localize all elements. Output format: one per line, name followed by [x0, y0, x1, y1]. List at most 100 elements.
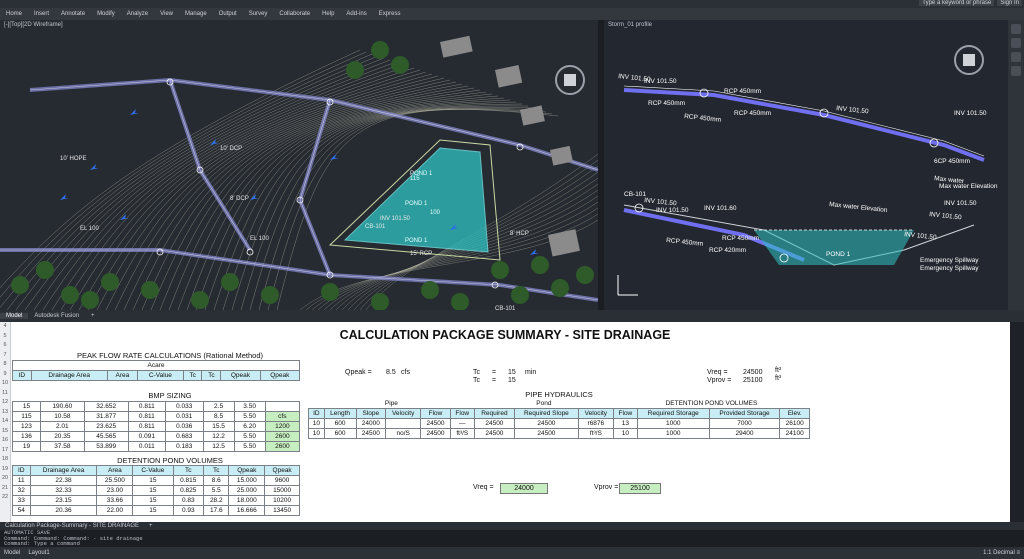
table-cell[interactable]: 12.2: [202, 431, 235, 442]
table-cell[interactable]: 0.825: [172, 485, 205, 496]
menu-item[interactable]: Annotate: [61, 11, 85, 17]
detention-table[interactable]: ID Drainage Area Area C-Value Tc Tc Qpeak Qpeak…: [12, 465, 300, 516]
table-cell[interactable]: 0.815: [172, 475, 205, 486]
table-cell[interactable]: 32.652: [83, 401, 129, 412]
table-cell[interactable]: ft³/S: [577, 428, 614, 439]
pan-icon[interactable]: [1011, 24, 1021, 34]
menu-item[interactable]: Analyze: [127, 11, 148, 17]
qpeak-value[interactable]: 8.5: [386, 369, 396, 376]
table-cell[interactable]: 25.500: [96, 475, 134, 486]
table-cell[interactable]: 13: [612, 418, 638, 429]
table-cell[interactable]: 0.033: [165, 401, 204, 412]
pipe-hydraulics-table[interactable]: PIPE HYDRAULICS Pipe Pond DETENTION POND…: [308, 390, 810, 439]
table-cell[interactable]: 24500: [473, 428, 515, 439]
table-cell[interactable]: 24000: [355, 418, 387, 429]
table-cell[interactable]: 54: [12, 505, 31, 516]
table-cell[interactable]: 1000: [636, 428, 710, 439]
table-cell[interactable]: 33: [12, 495, 31, 506]
table-cell[interactable]: 33.66: [96, 495, 134, 506]
table-cell[interactable]: 24100: [779, 428, 810, 439]
peak-flow-table[interactable]: Acare ID Drainage Area Area C-Value Tc Tc Qpea…: [12, 360, 301, 381]
tc2-value[interactable]: 15: [508, 377, 516, 384]
table-cell[interactable]: 5.50: [233, 441, 266, 452]
table-cell[interactable]: 136: [12, 431, 41, 442]
add-tab-button[interactable]: +: [85, 313, 101, 319]
status-model-tab[interactable]: Model: [0, 550, 24, 556]
table-cell[interactable]: 115: [12, 411, 41, 422]
command-line[interactable]: AUTOMATIC SAVE Command: Command: Command…: [0, 530, 1024, 547]
profile-drawing[interactable]: INV 101.50 INV 101.50 RCP 450mm RCP 450mm RC…: [604, 20, 1008, 310]
table-cell[interactable]: 26100: [779, 418, 810, 429]
table-cell[interactable]: 16.666: [228, 505, 266, 516]
zoom-icon[interactable]: [1011, 38, 1021, 48]
table-cell[interactable]: ft³/S: [449, 428, 475, 439]
viewcube-icon[interactable]: [963, 54, 975, 66]
bmp-table[interactable]: 15 190.60 32.652 0.811 0.033 2.5 3.50 115 10.58 3…: [12, 401, 301, 452]
table-cell[interactable]: 600: [323, 418, 357, 429]
table-cell[interactable]: [264, 401, 301, 412]
table-cell[interactable]: 10: [308, 418, 325, 429]
orbit-icon[interactable]: [1011, 52, 1021, 62]
table-cell[interactable]: 15: [132, 475, 174, 486]
table-cell[interactable]: 11: [12, 475, 31, 486]
table-cell[interactable]: 0.93: [172, 505, 205, 516]
viewcube-icon[interactable]: [564, 74, 576, 86]
table-cell[interactable]: 190.60: [39, 401, 85, 412]
table-cell[interactable]: 12.5: [202, 441, 235, 452]
tc1-value[interactable]: 15: [508, 369, 516, 376]
table-cell[interactable]: 15.000: [228, 475, 266, 486]
table-cell[interactable]: 13450: [264, 505, 300, 516]
sign-in-button[interactable]: Sign In: [997, 0, 1022, 6]
table-cell[interactable]: 8.5: [202, 411, 235, 422]
menu-item[interactable]: Collaborate: [279, 11, 310, 17]
vprov-value[interactable]: 25100: [743, 377, 762, 384]
vreq-box-value[interactable]: 24000: [500, 483, 548, 494]
status-right-tools[interactable]: 1:1 Decimal ≡: [979, 550, 1024, 556]
table-cell[interactable]: 0.031: [165, 411, 204, 422]
table-cell[interactable]: 24500: [513, 418, 579, 429]
table-cell[interactable]: 24500: [420, 418, 451, 429]
table-cell[interactable]: 32.33: [29, 485, 98, 496]
table-cell[interactable]: no/S: [385, 428, 422, 439]
table-cell[interactable]: 3.50: [233, 401, 266, 412]
table-cell[interactable]: 31.877: [83, 411, 129, 422]
table-cell[interactable]: 28.2: [203, 495, 230, 506]
table-cell[interactable]: r6876: [577, 418, 614, 429]
table-cell[interactable]: 1000: [636, 418, 710, 429]
table-cell[interactable]: 53.899: [83, 441, 129, 452]
table-cell[interactable]: 45.565: [83, 431, 129, 442]
table-cell[interactable]: 22.38: [29, 475, 98, 486]
menu-item[interactable]: Home: [6, 11, 22, 17]
table-cell[interactable]: 2.5: [202, 401, 235, 412]
table-cell[interactable]: 10: [308, 428, 325, 439]
table-cell[interactable]: 2600: [264, 441, 301, 452]
table-cell[interactable]: 15: [132, 495, 174, 506]
vreq-value[interactable]: 24500: [743, 369, 762, 376]
table-cell[interactable]: 6.20: [233, 421, 266, 432]
menu-item[interactable]: Insert: [34, 11, 49, 17]
plan-viewport[interactable]: INV 101.50 EL 100 CB-101 POND 1 POND 1 POND 1…: [0, 20, 598, 310]
table-cell[interactable]: 7000: [708, 418, 781, 429]
table-cell[interactable]: 123: [12, 421, 41, 432]
table-cell[interactable]: 24500: [355, 428, 387, 439]
calculation-sheet[interactable]: 4 5 6 7 8 9 10 11 12 13 14 15 16 17 18 19 20 21 22 CALCULA…: [0, 322, 1010, 522]
table-cell[interactable]: cfs: [264, 411, 301, 422]
tab-model[interactable]: Model: [0, 313, 29, 319]
table-cell[interactable]: 0.011: [127, 441, 167, 452]
menu-item[interactable]: Survey: [249, 11, 268, 17]
table-cell[interactable]: 10.58: [39, 411, 85, 422]
plan-drawing[interactable]: INV 101.50EL 100CB-101POND 1POND 1POND 1…: [0, 20, 598, 310]
table-cell[interactable]: 0.811: [127, 421, 167, 432]
table-cell[interactable]: 5.50: [233, 431, 266, 442]
table-cell[interactable]: 1200: [264, 421, 301, 432]
table-cell[interactable]: 20.35: [39, 431, 85, 442]
table-cell[interactable]: 15.5: [202, 421, 235, 432]
menu-item[interactable]: Help: [322, 11, 334, 17]
menu-item[interactable]: Express: [379, 11, 401, 17]
table-cell[interactable]: 23.15: [29, 495, 98, 506]
table-cell[interactable]: 24500: [473, 418, 515, 429]
table-cell[interactable]: 23.625: [83, 421, 129, 432]
table-cell[interactable]: —: [449, 418, 475, 429]
table-cell[interactable]: 15: [132, 505, 174, 516]
showmotion-icon[interactable]: [1011, 66, 1021, 76]
